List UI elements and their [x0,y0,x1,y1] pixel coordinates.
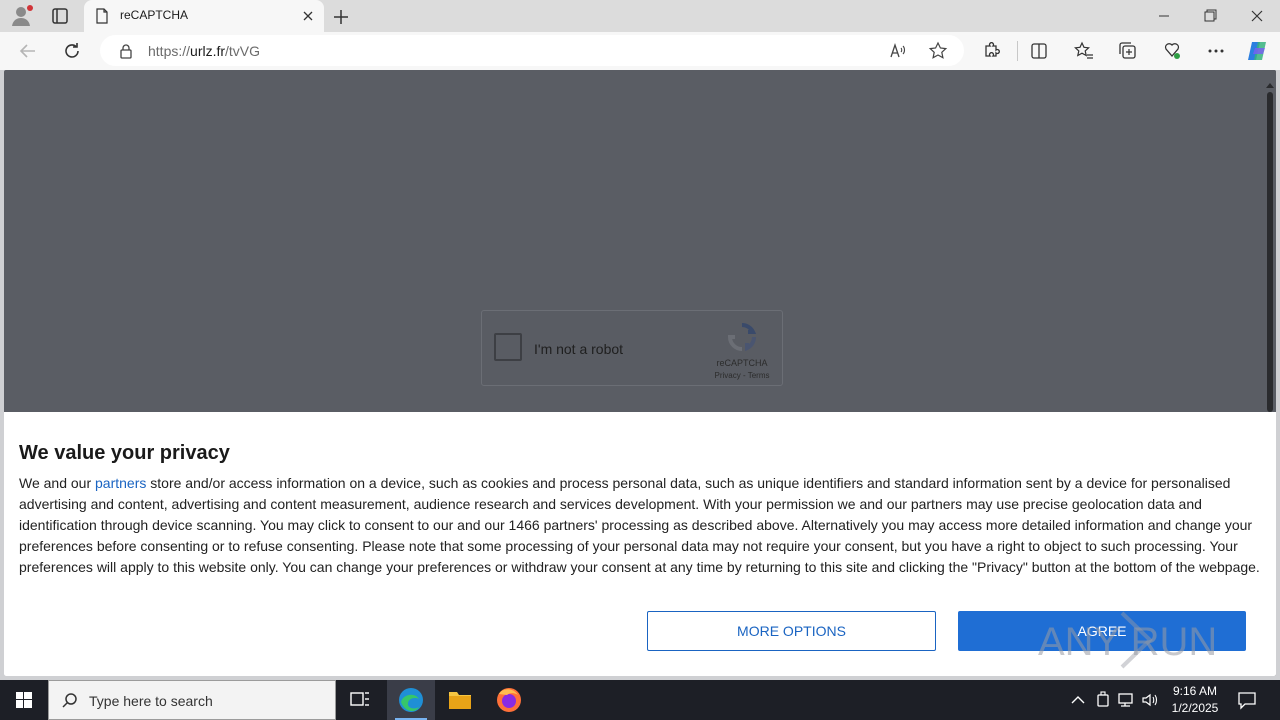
usb-drive-icon[interactable] [1093,690,1113,710]
taskbar-search[interactable]: Type here to search [48,680,336,720]
recaptcha-widget: I'm not a robot reCAPTCHA Privacy - Term… [481,310,783,386]
back-icon[interactable] [17,40,39,62]
volume-icon[interactable] [1140,690,1160,710]
recaptcha-logo-icon [726,321,758,353]
lock-icon[interactable] [118,43,134,59]
recaptcha-label: I'm not a robot [534,341,624,357]
chevron-up-icon[interactable] [1068,690,1088,710]
favorites-icon[interactable] [1073,40,1095,62]
toolbar-divider [1017,41,1018,61]
edge-taskbar-icon[interactable] [387,680,435,720]
more-options-button[interactable]: MORE OPTIONS [647,611,936,651]
scroll-thumb[interactable] [1267,92,1273,412]
taskbar-clock[interactable]: 9:16 AM 1/2/2025 [1163,683,1227,717]
collections-icon[interactable] [1117,40,1139,62]
agree-button[interactable]: AGREE [958,611,1246,651]
clock-time: 9:16 AM [1172,684,1218,698]
close-tab-icon[interactable] [300,8,316,24]
browser-toolbar: https://urlz.fr/tvVG [0,32,1280,70]
profile-icon[interactable] [8,4,36,28]
file-explorer-icon[interactable] [436,680,484,720]
search-icon [61,692,79,710]
recaptcha-links[interactable]: Privacy - Terms [712,371,772,380]
refresh-icon[interactable] [61,40,83,62]
partners-link[interactable]: partners [95,475,146,491]
page-viewport: I'm not a robot reCAPTCHA Privacy - Term… [4,70,1276,676]
extensions-icon[interactable] [980,40,1002,62]
clock-date: 1/2/2025 [1171,701,1219,715]
consent-banner: We value your privacy We and our partner… [4,412,1276,676]
windows-taskbar: Type here to search 9:16 AM 1/2/2025 [0,680,1280,720]
notification-icon[interactable] [1236,689,1258,711]
new-tab-icon[interactable] [330,6,352,28]
browser-titlebar: reCAPTCHA [0,0,1280,32]
page-icon [94,8,110,24]
tab-actions-icon[interactable] [46,4,74,28]
recaptcha-brand: reCAPTCHA [716,358,768,368]
network-icon[interactable] [1116,690,1136,710]
consent-text: We and our partners store and/or access … [19,475,1260,575]
url-text[interactable]: https://urlz.fr/tvVG [148,43,260,59]
read-aloud-icon[interactable] [888,41,908,61]
add-favorite-icon[interactable] [928,41,948,61]
address-bar[interactable]: https://urlz.fr/tvVG [100,35,964,66]
recaptcha-checkbox[interactable] [494,333,522,361]
search-placeholder: Type here to search [89,693,213,709]
firefox-icon[interactable] [485,680,533,720]
browser-essentials-icon[interactable] [1161,40,1183,62]
scroll-up-icon[interactable] [1266,76,1274,88]
split-screen-icon[interactable] [1028,40,1050,62]
close-window-icon[interactable] [1241,4,1273,28]
tab-recaptcha[interactable]: reCAPTCHA [84,0,324,32]
more-options-icon[interactable] [1205,40,1227,62]
start-button[interactable] [0,680,48,720]
tab-title: reCAPTCHA [120,8,189,22]
restore-icon[interactable] [1194,4,1226,28]
consent-title: We value your privacy [19,442,230,464]
copilot-icon[interactable] [1246,40,1268,62]
minimize-icon[interactable] [1148,4,1180,28]
task-view-icon[interactable] [336,680,384,720]
